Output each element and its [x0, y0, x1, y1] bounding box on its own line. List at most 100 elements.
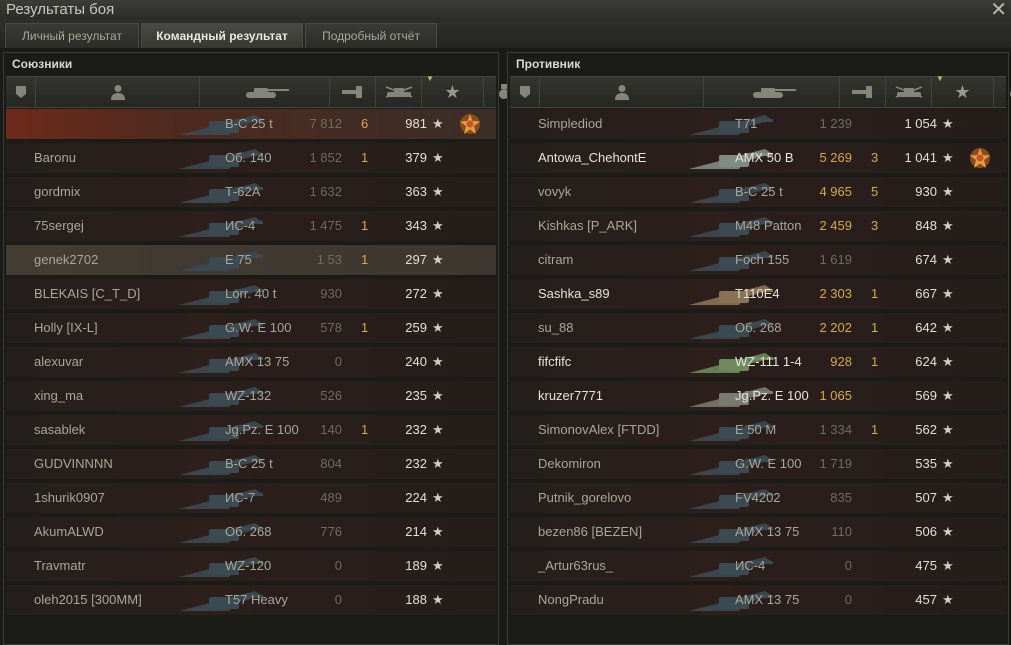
score-value: 848	[915, 218, 937, 233]
vehicle-name: WZ-120	[225, 558, 272, 573]
player-row[interactable]: NongPradu AMX 13 75 0 457 ★	[510, 585, 1006, 615]
score-value: 232	[405, 456, 427, 471]
player-name: fifcfifc	[538, 354, 572, 369]
player-name: genek2702	[34, 252, 99, 267]
star-icon: ★	[432, 218, 444, 233]
player-name: Dekomiron	[538, 456, 601, 471]
player-row[interactable]: 75sergej ИС-4 1 475 1 343 ★	[6, 211, 496, 241]
experience-value: 0	[844, 558, 852, 573]
score-value: 363	[405, 184, 427, 199]
player-row[interactable]: GUDVINNNN В-С 25 t 804 232 ★	[6, 449, 496, 479]
kills-value: 1	[361, 252, 369, 267]
header-xp-icon[interactable]	[330, 77, 376, 107]
player-row[interactable]: su_88 Об. 268 2 202 1 642 ★	[510, 313, 1006, 343]
player-row[interactable]: AkumALWD Об. 268 776 214 ★	[6, 517, 496, 547]
player-name: citram	[538, 252, 574, 267]
experience-value: 776	[320, 524, 342, 539]
score-value: 240	[405, 354, 427, 369]
player-row[interactable]: oleh2015 [300MM] T57 Heavy 0 188 ★	[6, 585, 496, 615]
player-row[interactable]: _Artur63rus_ ИС-4 0 475 ★	[510, 551, 1006, 581]
header-tank-icon[interactable]	[200, 77, 330, 107]
score-value: 232	[405, 422, 427, 437]
experience-value: 0	[844, 592, 852, 607]
header-xp-icon[interactable]	[840, 77, 886, 107]
player-row[interactable]: sasablek Jg.Pz. E 100 140 1 232 ★	[6, 415, 496, 445]
enemies-title: Противник	[516, 57, 581, 71]
medal-icon	[459, 113, 481, 140]
star-icon: ★	[942, 456, 954, 471]
score-value: 475	[915, 558, 937, 573]
player-name: gordmix	[34, 184, 81, 199]
score-value: 343	[405, 218, 427, 233]
player-row[interactable]: fifcfifc WZ-111 1-4 928 1 624 ★	[510, 347, 1006, 377]
header-kills-icon[interactable]	[886, 77, 932, 107]
player-row[interactable]: bezen86 [BEZEN] AMX 13 75 110 506 ★	[510, 517, 1006, 547]
score-value: 642	[915, 320, 937, 335]
header-player-icon[interactable]	[540, 77, 704, 107]
player-row[interactable]: Holly [IX-L] G.W. E 100 578 1 259 ★	[6, 313, 496, 343]
player-row[interactable]: В-С 25 t 7 812 6 981 ★	[6, 109, 496, 139]
player-row[interactable]: xing_ma WZ-132 526 235 ★	[6, 381, 496, 411]
vehicle-name: AMX 13 75	[225, 354, 290, 369]
player-row[interactable]: Simplediod T71 1 239 1 054 ★	[510, 109, 1006, 139]
vehicle-name: AMX 50 B	[735, 150, 794, 165]
header-star-icon[interactable]: ★ ▼	[932, 74, 994, 107]
player-row[interactable]: SimonovAlex [FTDD] E 50 M 1 334 1 562 ★	[510, 415, 1006, 445]
header-player-icon[interactable]	[36, 77, 200, 107]
vehicle-name: Foch 155	[735, 252, 790, 267]
player-row[interactable]: Kishkas [P_ARK] M48 Patton 2 459 3 848 ★	[510, 211, 1006, 241]
player-row[interactable]: 1shurik0907 ИС-7 489 224 ★	[6, 483, 496, 513]
player-row[interactable]: alexuvar AMX 13 75 0 240 ★	[6, 347, 496, 377]
player-name: GUDVINNNN	[34, 456, 113, 471]
star-icon: ★	[432, 524, 444, 539]
experience-value: 4 965	[819, 184, 852, 199]
vehicle-name: ИС-4	[225, 218, 256, 233]
player-name: bezen86 [BEZEN]	[538, 524, 643, 539]
player-name: oleh2015 [300MM]	[34, 592, 142, 607]
close-icon[interactable]: ✕	[990, 0, 1007, 22]
player-row[interactable]: genek2702 E 75 1 53 1 297 ★	[6, 245, 496, 275]
kills-value: 1	[871, 422, 879, 437]
player-row[interactable]: Sashka_s89 T110E4 2 303 1 667 ★	[510, 279, 1006, 309]
score-value: 379	[405, 150, 427, 165]
tab-detailed-report[interactable]: Подробный отчёт	[305, 23, 437, 48]
experience-value: 140	[320, 422, 342, 437]
tab-personal-result[interactable]: Личный результат	[5, 23, 139, 48]
score-value: 506	[915, 524, 937, 539]
player-row[interactable]: Baronu Об. 140 1 852 1 379 ★	[6, 143, 496, 173]
header-tank-icon[interactable]	[704, 77, 840, 107]
star-icon: ★	[942, 184, 954, 199]
enemies-panel: Противник ★ ▼ Simplediod T71 1 239 1 054 ★ Ant…	[507, 52, 1011, 645]
player-row[interactable]: Putnik_gorelovo FV4202 835 507 ★	[510, 483, 1006, 513]
experience-value: 1 53	[316, 252, 342, 267]
experience-value: 2 459	[819, 218, 852, 233]
header-star-icon[interactable]: ★ ▼	[422, 74, 484, 107]
player-row[interactable]: vovyk В-С 25 t 4 965 5 930 ★	[510, 177, 1006, 207]
header-kills-icon[interactable]	[376, 77, 422, 107]
tab-team-result[interactable]: Командный результат	[141, 23, 303, 48]
vehicle-name: FV4202	[735, 490, 781, 505]
enemies-list: Simplediod T71 1 239 1 054 ★ Antowa_ChehontE A…	[510, 109, 1006, 619]
player-name: Sashka_s89	[538, 286, 610, 301]
star-icon: ★	[432, 252, 444, 267]
vehicle-name: M48 Patton	[735, 218, 802, 233]
player-row[interactable]: Dekomiron G.W. E 100 1 719 535 ★	[510, 449, 1006, 479]
sort-arrow-icon: ▼	[936, 74, 944, 83]
player-row[interactable]: Travmatr WZ-120 0 189 ★	[6, 551, 496, 581]
star-icon: ★	[432, 320, 444, 335]
experience-value: 578	[320, 320, 342, 335]
experience-value: 928	[830, 354, 852, 369]
header-medal-icon[interactable]	[994, 77, 1011, 107]
header-rank-icon[interactable]	[6, 77, 36, 107]
star-icon: ★	[942, 252, 954, 267]
vehicle-name: В-С 25 t	[225, 456, 273, 471]
header-rank-icon[interactable]	[510, 77, 540, 107]
player-name: SimonovAlex [FTDD]	[538, 422, 660, 437]
player-row[interactable]: Antowa_ChehontE AMX 50 B 5 269 3 1 041 ★	[510, 143, 1006, 173]
player-row[interactable]: BLEKAIS [C_T_D] Lorr. 40 t 930 272 ★	[6, 279, 496, 309]
player-row[interactable]: citram Foch 155 1 619 674 ★	[510, 245, 1006, 275]
player-row[interactable]: kruzer7771 Jg.Pz. E 100 1 065 569 ★	[510, 381, 1006, 411]
kills-value: 1	[361, 320, 369, 335]
player-row[interactable]: gordmix Т-62А 1 632 363 ★	[6, 177, 496, 207]
score-value: 297	[405, 252, 427, 267]
